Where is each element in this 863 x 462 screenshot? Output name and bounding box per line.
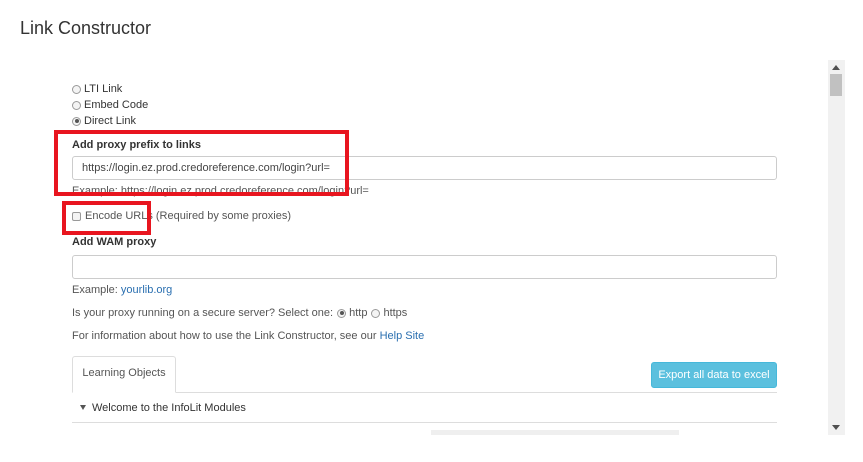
wam-proxy-input[interactable] [72,255,777,279]
radio-http-label: http [349,307,368,319]
tree-item-welcome[interactable]: Welcome to the InfoLit Modules [72,393,777,423]
proxy-prefix-example: Example: https://login.ez.prod.credorefe… [72,185,369,197]
wam-proxy-example: Example: yourlib.org [72,284,172,296]
expand-triangle-icon[interactable] [80,405,86,410]
yourlib-link[interactable]: yourlib.org [121,284,172,296]
export-excel-button[interactable]: Export all data to excel [651,362,777,388]
radio-http-icon[interactable] [337,308,347,318]
radio-label: LTI Link [84,83,123,95]
radio-https-label: https [383,307,408,319]
encode-urls-label: Encode URLs [85,210,153,222]
help-site-link[interactable]: Help Site [380,330,425,342]
proxy-prefix-label: Add proxy prefix to links [72,139,201,151]
help-info-row: For information about how to use the Lin… [72,330,424,342]
secure-server-question: Is your proxy running on a secure server… [72,307,334,319]
radio-label: Direct Link [84,115,136,127]
vertical-scrollbar[interactable] [828,60,845,435]
radio-circle-checked-icon[interactable] [72,116,81,126]
placeholder-bar [431,430,679,435]
tab-learning-objects[interactable]: Learning Objects [72,356,176,393]
encode-urls-checkbox-row[interactable]: Encode URLs (Required by some proxies) [72,210,291,222]
page-title: Link Constructor [20,18,152,38]
radio-direct-link[interactable]: Direct Link [72,114,136,128]
scroll-content: LTI Link Embed Code Direct Link Add prox… [0,60,845,435]
scrollbar-thumb[interactable] [830,74,842,96]
radio-lti-link[interactable]: LTI Link [72,82,122,96]
tree-item-label: Welcome to the InfoLit Modules [92,401,246,414]
proxy-prefix-input[interactable] [72,156,777,180]
radio-circle-icon[interactable] [72,84,81,94]
wam-proxy-label: Add WAM proxy [72,236,157,248]
wam-example-prefix: Example: [72,284,118,296]
encode-urls-note: (Required by some proxies) [155,210,291,222]
secure-server-row: Is your proxy running on a secure server… [72,307,407,319]
help-info-text: For information about how to use the Lin… [72,330,377,342]
radio-circle-icon[interactable] [72,100,81,110]
checkbox-icon[interactable] [72,211,81,221]
radio-embed-code[interactable]: Embed Code [72,98,148,112]
scroll-down-arrow-icon[interactable] [832,425,840,430]
radio-label: Embed Code [84,99,149,111]
scroll-up-arrow-icon[interactable] [832,65,840,70]
radio-https-icon[interactable] [371,308,381,318]
